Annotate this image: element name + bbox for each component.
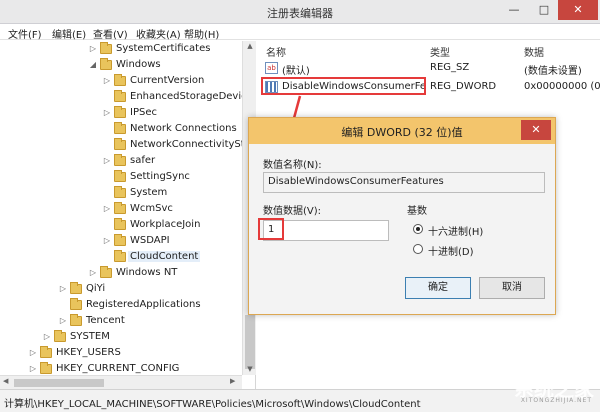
status-bar: 计算机\HKEY_LOCAL_MACHINE\SOFTWARE\Policies… xyxy=(0,389,600,412)
radio-unselected-icon[interactable] xyxy=(413,244,423,254)
cancel-button[interactable]: 取消 xyxy=(479,277,545,299)
watermark-url: XITONGZHIJIA.NET xyxy=(520,397,592,404)
edit-dword-dialog: 编辑 DWORD (32 位)值 ✕ 数值名称(N): DisableWindo… xyxy=(248,117,556,315)
dialog-close-button[interactable]: ✕ xyxy=(521,120,551,140)
annotation-value-highlight xyxy=(258,218,284,240)
radio-selected-icon[interactable] xyxy=(413,224,423,234)
ok-button[interactable]: 确定 xyxy=(405,277,471,299)
base-group-label: 基数 xyxy=(407,206,427,217)
value-name-field[interactable]: DisableWindowsConsumerFeatures xyxy=(263,172,545,193)
dialog-title: 编辑 DWORD (32 位)值 xyxy=(341,126,463,139)
dialog-title-bar[interactable]: 编辑 DWORD (32 位)值 ✕ xyxy=(249,118,555,144)
status-path: 计算机\HKEY_LOCAL_MACHINE\SOFTWARE\Policies… xyxy=(4,399,421,410)
value-name-label: 数值名称(N): xyxy=(263,160,322,171)
value-data-label: 数值数据(V): xyxy=(263,206,322,217)
